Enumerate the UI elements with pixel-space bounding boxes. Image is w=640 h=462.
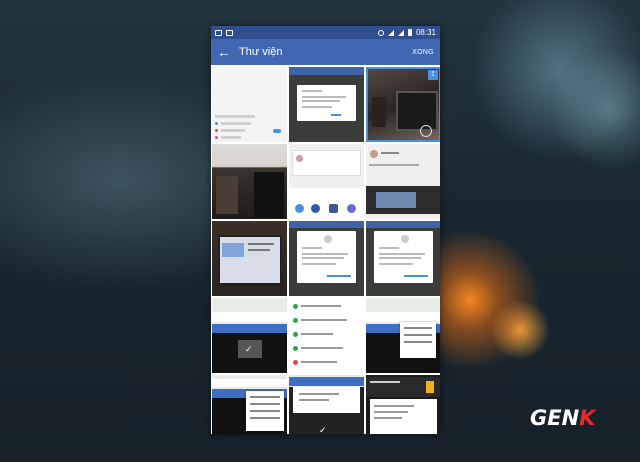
page-title: Thư viện bbox=[239, 46, 283, 58]
image-notification-icon bbox=[215, 29, 222, 36]
photo-tile-map-menu[interactable] bbox=[366, 298, 440, 373]
photo-tile-facebook-post[interactable] bbox=[366, 144, 440, 219]
photo-tile-laptop[interactable] bbox=[212, 221, 287, 296]
photo-tile-desk[interactable] bbox=[212, 144, 287, 219]
photo-tile-permission-dialog[interactable] bbox=[289, 221, 364, 296]
photo-grid: 1 ✓ ✓ bbox=[211, 65, 440, 434]
app-bar: ← Thư viện XONG bbox=[211, 39, 440, 65]
check-icon-2: ✓ bbox=[319, 425, 327, 434]
back-arrow-icon[interactable]: ← bbox=[217, 44, 239, 60]
battery-icon bbox=[407, 29, 412, 36]
signal-icon bbox=[397, 29, 404, 36]
camera-notification-icon bbox=[226, 29, 233, 36]
status-bar: 08:31 bbox=[211, 26, 440, 39]
phone-screen: 08:31 ← Thư viện XONG 1 ✓ ✓ bbox=[211, 26, 440, 434]
photo-tile-list[interactable] bbox=[289, 298, 364, 373]
photo-tile-desk-selected[interactable]: 1 bbox=[366, 67, 440, 142]
photo-tile-permission-dialog-2[interactable] bbox=[366, 221, 440, 296]
wifi-icon bbox=[387, 29, 394, 36]
done-button[interactable]: XONG bbox=[412, 49, 434, 56]
check-icon: ✓ bbox=[245, 344, 253, 354]
genk-watermark-logo: GENK bbox=[530, 406, 596, 430]
photo-tile-settings[interactable] bbox=[212, 67, 287, 142]
photo-tile-facebook-share[interactable] bbox=[289, 144, 364, 219]
photo-tile-dialog[interactable] bbox=[289, 67, 364, 142]
selection-count-badge: 1 bbox=[428, 70, 438, 80]
photo-tile-map-dialog[interactable]: ✓ bbox=[289, 375, 364, 434]
photo-tile-map-menu-2[interactable] bbox=[212, 375, 287, 434]
photo-tile-map[interactable]: ✓ bbox=[212, 298, 287, 373]
photo-tile-notification[interactable] bbox=[366, 375, 440, 434]
status-time: 08:31 bbox=[415, 28, 436, 37]
alarm-icon bbox=[377, 29, 384, 36]
